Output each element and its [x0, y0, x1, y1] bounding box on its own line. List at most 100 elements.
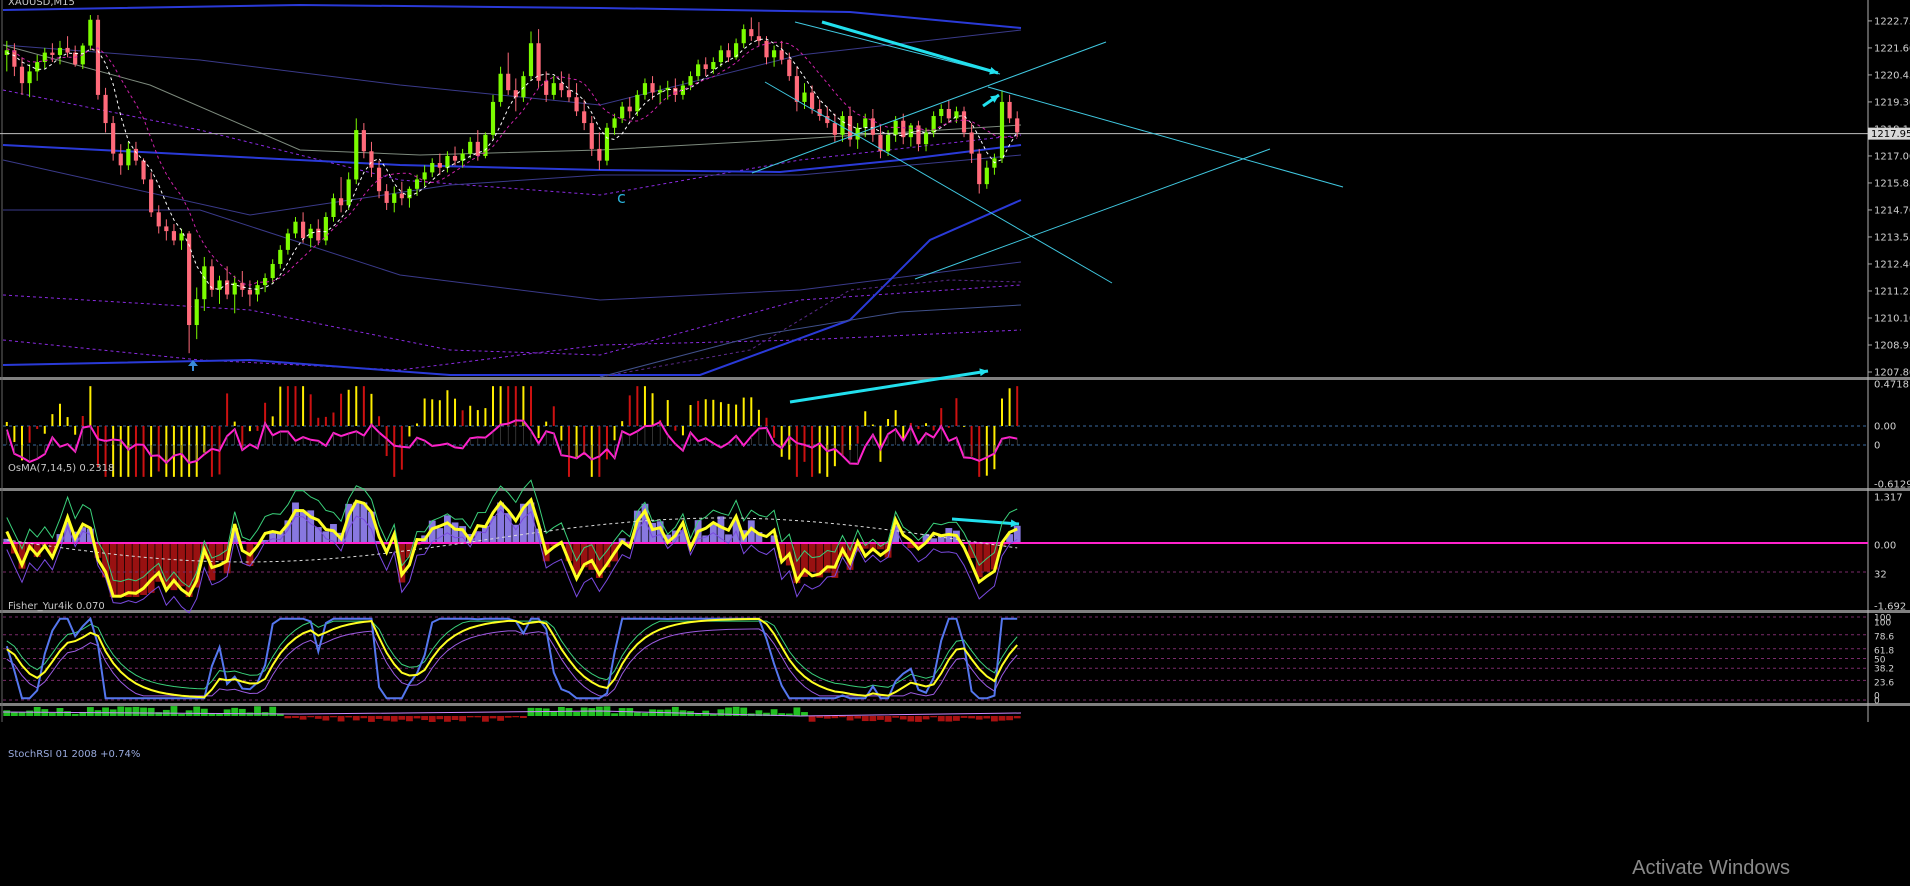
candle-body [658, 90, 663, 93]
candle-body [247, 289, 252, 295]
candle-body [566, 90, 572, 98]
moving-average-blue [2, 144, 1022, 174]
candle-body [118, 153, 123, 166]
candle-body [73, 52, 78, 65]
price-tick-label: 1214.70 [1874, 205, 1910, 216]
ma-envelope-line [3, 209, 1022, 301]
ma-envelope-line [2, 29, 1022, 106]
candle-body [832, 123, 837, 135]
candle-body [179, 233, 184, 241]
candle-body [65, 47, 70, 53]
moving-average-blue [2, 3, 1022, 29]
price-tick-label: 1213.55 [1874, 232, 1910, 243]
chart-window[interactable]: 1222.751221.601220.451219.301218.151217.… [0, 0, 1910, 882]
ma-envelope-line [599, 304, 1022, 378]
trend-line [987, 86, 1344, 188]
candle-body [885, 134, 891, 152]
candle-body [726, 50, 731, 58]
candle-body [392, 193, 397, 203]
candle-body [225, 280, 230, 295]
candle-body [278, 249, 283, 264]
candle-body [984, 167, 989, 185]
candle-body [635, 94, 640, 112]
candle-body [741, 29, 746, 44]
candle-body [399, 193, 404, 199]
candle-body [923, 132, 929, 145]
stoch-tick-label: 100 [1874, 619, 1891, 629]
candle-body [407, 188, 412, 199]
price-tick-label: 1217.00 [1874, 151, 1910, 162]
stoch-tick-label: 23.6 [1874, 679, 1894, 689]
candle-body [908, 125, 913, 138]
ma-envelope-line [599, 279, 1022, 378]
candle-body [612, 118, 617, 128]
candle-body [156, 212, 161, 227]
osma-tick-label: 0.4718 [1874, 380, 1909, 391]
candle-body [430, 162, 435, 173]
candle-body [445, 155, 450, 168]
fisher-tick-label: 1.317 [1874, 493, 1903, 504]
candle-body [255, 285, 260, 295]
stoch-tick-label: 38.2 [1874, 665, 1894, 675]
moving-average-gray [2, 44, 1022, 156]
trend-line [764, 81, 1113, 284]
trend-line [751, 41, 1107, 174]
candle-body [270, 263, 275, 279]
stoch-envelope-purple [6, 628, 1018, 697]
candle-body [19, 66, 25, 84]
price-tick-label: 1219.30 [1874, 97, 1910, 108]
ma-envelope-line [2, 329, 1022, 371]
stoch-tick-label: 0 [1874, 697, 1880, 707]
candle-body [133, 148, 139, 161]
candle-body [718, 50, 724, 63]
candle-body [642, 83, 648, 95]
candle-body [870, 118, 875, 135]
candle-body [589, 123, 594, 149]
fisher-divergence-arrow [951, 517, 1020, 526]
candle-body [749, 29, 754, 37]
candle-body [977, 153, 982, 185]
bearish-divergence-arrow [821, 20, 999, 75]
candle-body [300, 221, 306, 239]
candle-body [696, 64, 701, 77]
candle-body [475, 141, 480, 156]
candle-body [57, 47, 63, 55]
candle-body [437, 162, 442, 168]
candle-body [787, 59, 792, 77]
wave-label-c: c [617, 188, 626, 207]
candle-body [688, 76, 693, 86]
candle-body [452, 155, 458, 161]
price-tick-label: 1221.60 [1874, 43, 1910, 54]
price-tick-label: 1210.10 [1874, 313, 1910, 324]
candle-body [331, 198, 336, 218]
current-price-label: 1217.95 [1871, 129, 1910, 140]
candle-body [316, 228, 321, 241]
ma-envelope-line [2, 89, 1022, 196]
price-tick-label: 1222.75 [1874, 16, 1910, 27]
fisher-title: Fisher_Yur4ik 0.070 [8, 601, 105, 612]
candle-body [194, 299, 199, 326]
candle-body [597, 148, 602, 161]
candle-body [103, 94, 108, 124]
candle-body [202, 266, 207, 300]
candle-body [1007, 101, 1012, 119]
candle-body [939, 108, 944, 117]
stochrsi-title: StochRSI 01 2008 +0.74% [8, 749, 141, 760]
candle-body [490, 101, 496, 135]
candle-body [323, 217, 328, 241]
candle-body [946, 108, 951, 119]
candle-body [779, 50, 784, 60]
candle-body [574, 97, 579, 112]
osma-divergence-arrow [789, 369, 989, 404]
candle-body [809, 92, 815, 109]
candle-body [863, 118, 868, 128]
candle-body [772, 50, 777, 58]
candle-body [1015, 118, 1020, 133]
candle-body [840, 116, 845, 135]
candle-body [551, 83, 556, 95]
candle-body [764, 40, 769, 58]
chart-canvas[interactable]: 1222.751221.601220.451219.301218.151217.… [0, 0, 1910, 882]
price-tick-label: 1207.80 [1874, 368, 1910, 379]
candle-body [999, 101, 1005, 159]
candle-body [650, 83, 655, 93]
